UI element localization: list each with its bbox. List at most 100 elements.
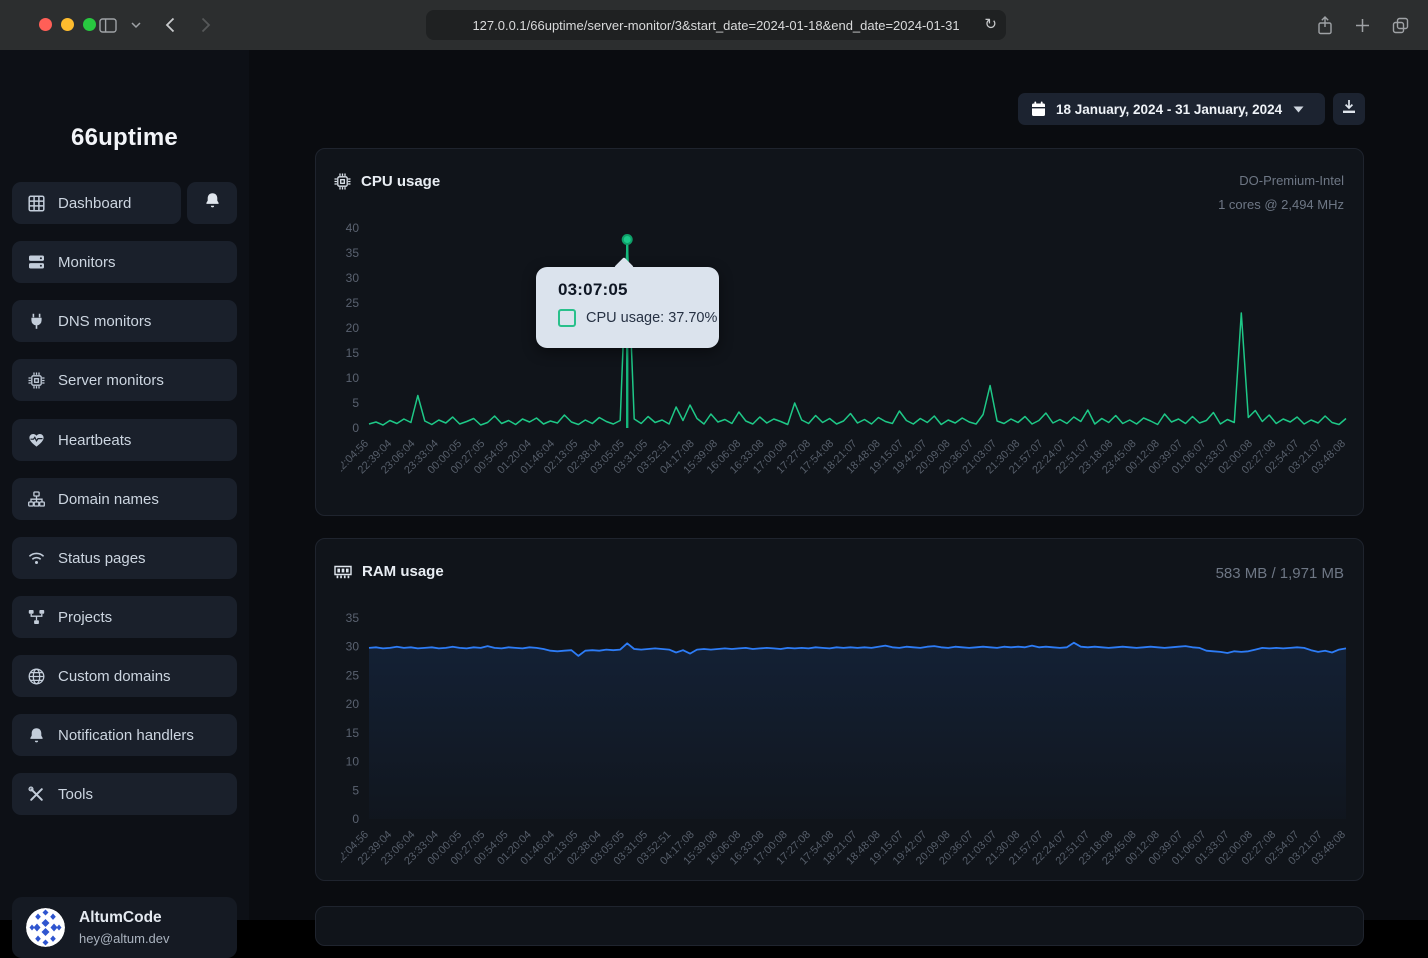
sidebar-item-label: Status pages (58, 550, 146, 567)
cpu-card-title-text: CPU usage (361, 173, 440, 190)
nodes-icon (28, 609, 45, 625)
forward-button[interactable] (194, 14, 218, 36)
sidebar-item-monitors[interactable]: Monitors (12, 241, 237, 283)
grid-icon (28, 195, 45, 212)
tab-overview-icon[interactable] (1388, 14, 1412, 36)
globe-icon (28, 668, 45, 685)
server-stack-icon (28, 254, 45, 270)
svg-text:25: 25 (346, 668, 360, 682)
svg-text:10: 10 (346, 371, 360, 385)
main-content: 18 January, 2024 - 31 January, 2024 CPU … (249, 50, 1428, 920)
memory-icon (334, 564, 352, 579)
app-logo: 66uptime (0, 124, 249, 152)
new-tab-icon[interactable] (1350, 14, 1374, 36)
sidebar-item-server-monitors[interactable]: Server monitors (12, 359, 237, 401)
svg-text:0: 0 (352, 812, 359, 826)
calendar-icon (1031, 101, 1046, 117)
download-icon (1342, 99, 1356, 119)
back-button[interactable] (158, 14, 182, 36)
sidebar-item-notification-handlers[interactable]: Notification handlers (12, 714, 237, 756)
close-window-button[interactable] (39, 18, 52, 31)
cpu-chart[interactable]: 051015202530354022:04:5622:39:0423:06:04… (341, 219, 1351, 509)
svg-text:15: 15 (346, 346, 360, 360)
avatar (26, 908, 65, 947)
sidebar-item-label: Heartbeats (58, 432, 131, 449)
minimize-window-button[interactable] (61, 18, 74, 31)
ram-chart-svg: 0510152025303522:04:5622:39:0423:06:0423… (341, 609, 1351, 899)
sidebar-item-label: Custom domains (58, 668, 171, 685)
plug-icon (28, 313, 45, 330)
zoom-window-button[interactable] (83, 18, 96, 31)
cpu-card-title: CPU usage (334, 173, 440, 190)
chip-icon (334, 173, 351, 190)
tooltip-time: 03:07:05 (558, 280, 719, 300)
sidebar-item-label: DNS monitors (58, 313, 151, 330)
svg-text:10: 10 (346, 755, 360, 769)
date-range-picker[interactable]: 18 January, 2024 - 31 January, 2024 (1018, 93, 1325, 125)
next-card-partial (315, 906, 1364, 946)
url-text: 127.0.0.1/66uptime/server-monitor/3&star… (472, 18, 959, 33)
user-email: hey@altum.dev (79, 931, 170, 946)
bell-icon (205, 192, 220, 214)
user-name: AltumCode (79, 909, 162, 927)
chart-tooltip: 03:07:05 CPU usage: 37.70% (536, 267, 719, 348)
svg-text:20: 20 (346, 321, 360, 335)
tooltip-series-swatch (558, 309, 576, 327)
reload-icon[interactable]: ↻ (984, 15, 997, 33)
svg-text:30: 30 (346, 640, 360, 654)
date-range-label: 18 January, 2024 - 31 January, 2024 (1056, 102, 1282, 117)
sidebar-item-projects[interactable]: Projects (12, 596, 237, 638)
sidebar-item-dashboard[interactable]: Dashboard (12, 182, 181, 224)
sidebar-item-custom-domains[interactable]: Custom domains (12, 655, 237, 697)
user-profile[interactable]: AltumCode hey@altum.dev (12, 897, 237, 958)
svg-text:0: 0 (352, 421, 359, 435)
sitemap-icon (28, 491, 45, 507)
sidebar-item-label: Monitors (58, 254, 116, 271)
share-icon[interactable] (1313, 14, 1337, 36)
cpu-card-meta: DO-Premium-Intel 1 cores @ 2,494 MHz (1218, 169, 1344, 217)
svg-text:40: 40 (346, 221, 360, 235)
browser-window: 127.0.0.1/66uptime/server-monitor/3&star… (0, 0, 1428, 920)
svg-text:35: 35 (346, 246, 360, 260)
svg-text:35: 35 (346, 611, 360, 625)
sidebar-item-label: Tools (58, 786, 93, 803)
ram-card-meta: 583 MB / 1,971 MB (1216, 562, 1344, 586)
server-cores-label: 1 cores @ 2,494 MHz (1218, 193, 1344, 217)
svg-text:15: 15 (346, 726, 360, 740)
sidebar-item-label: Projects (58, 609, 112, 626)
caret-down-icon (1293, 106, 1304, 113)
svg-text:30: 30 (346, 271, 360, 285)
ram-card-title: RAM usage (334, 563, 444, 580)
browser-titlebar: 127.0.0.1/66uptime/server-monitor/3&star… (0, 0, 1428, 51)
svg-text:25: 25 (346, 296, 360, 310)
download-report-button[interactable] (1333, 93, 1365, 125)
bell-icon (28, 727, 45, 744)
ram-chart[interactable]: 0510152025303522:04:5622:39:0423:06:0423… (341, 609, 1351, 899)
sidebar-toggle-icon[interactable] (96, 14, 120, 36)
chevron-down-icon[interactable] (124, 14, 148, 36)
wifi-icon (28, 551, 45, 565)
ram-usage-card: RAM usage 583 MB / 1,971 MB 0 5 10 15 20 25 30… (315, 538, 1364, 881)
sidebar-item-dns-monitors[interactable]: DNS monitors (12, 300, 237, 342)
sidebar-item-label: Notification handlers (58, 727, 194, 744)
sidebar: 66uptime Dashboard Monitors DNS monitors Se… (0, 50, 250, 920)
ram-card-title-text: RAM usage (362, 563, 444, 580)
sidebar-item-label: Server monitors (58, 372, 164, 389)
sidebar-item-heartbeats[interactable]: Heartbeats (12, 419, 237, 461)
sidebar-item-label: Domain names (58, 491, 159, 508)
notifications-button[interactable] (187, 182, 237, 224)
tooltip-value: CPU usage: 37.70% (586, 310, 717, 326)
heartbeat-icon (28, 432, 45, 448)
cpu-usage-card: CPU usage DO-Premium-Intel 1 cores @ 2,4… (315, 148, 1364, 516)
svg-text:20: 20 (346, 697, 360, 711)
address-bar[interactable]: 127.0.0.1/66uptime/server-monitor/3&star… (426, 10, 1006, 40)
cpu-icon (28, 372, 45, 389)
sidebar-item-status-pages[interactable]: Status pages (12, 537, 237, 579)
server-plan-label: DO-Premium-Intel (1218, 169, 1344, 193)
sidebar-item-tools[interactable]: Tools (12, 773, 237, 815)
sidebar-item-domain-names[interactable]: Domain names (12, 478, 237, 520)
sidebar-item-label: Dashboard (58, 195, 131, 212)
tools-icon (28, 786, 45, 803)
cpu-chart-svg: 051015202530354022:04:5622:39:0423:06:04… (341, 219, 1351, 509)
svg-text:5: 5 (352, 783, 359, 797)
